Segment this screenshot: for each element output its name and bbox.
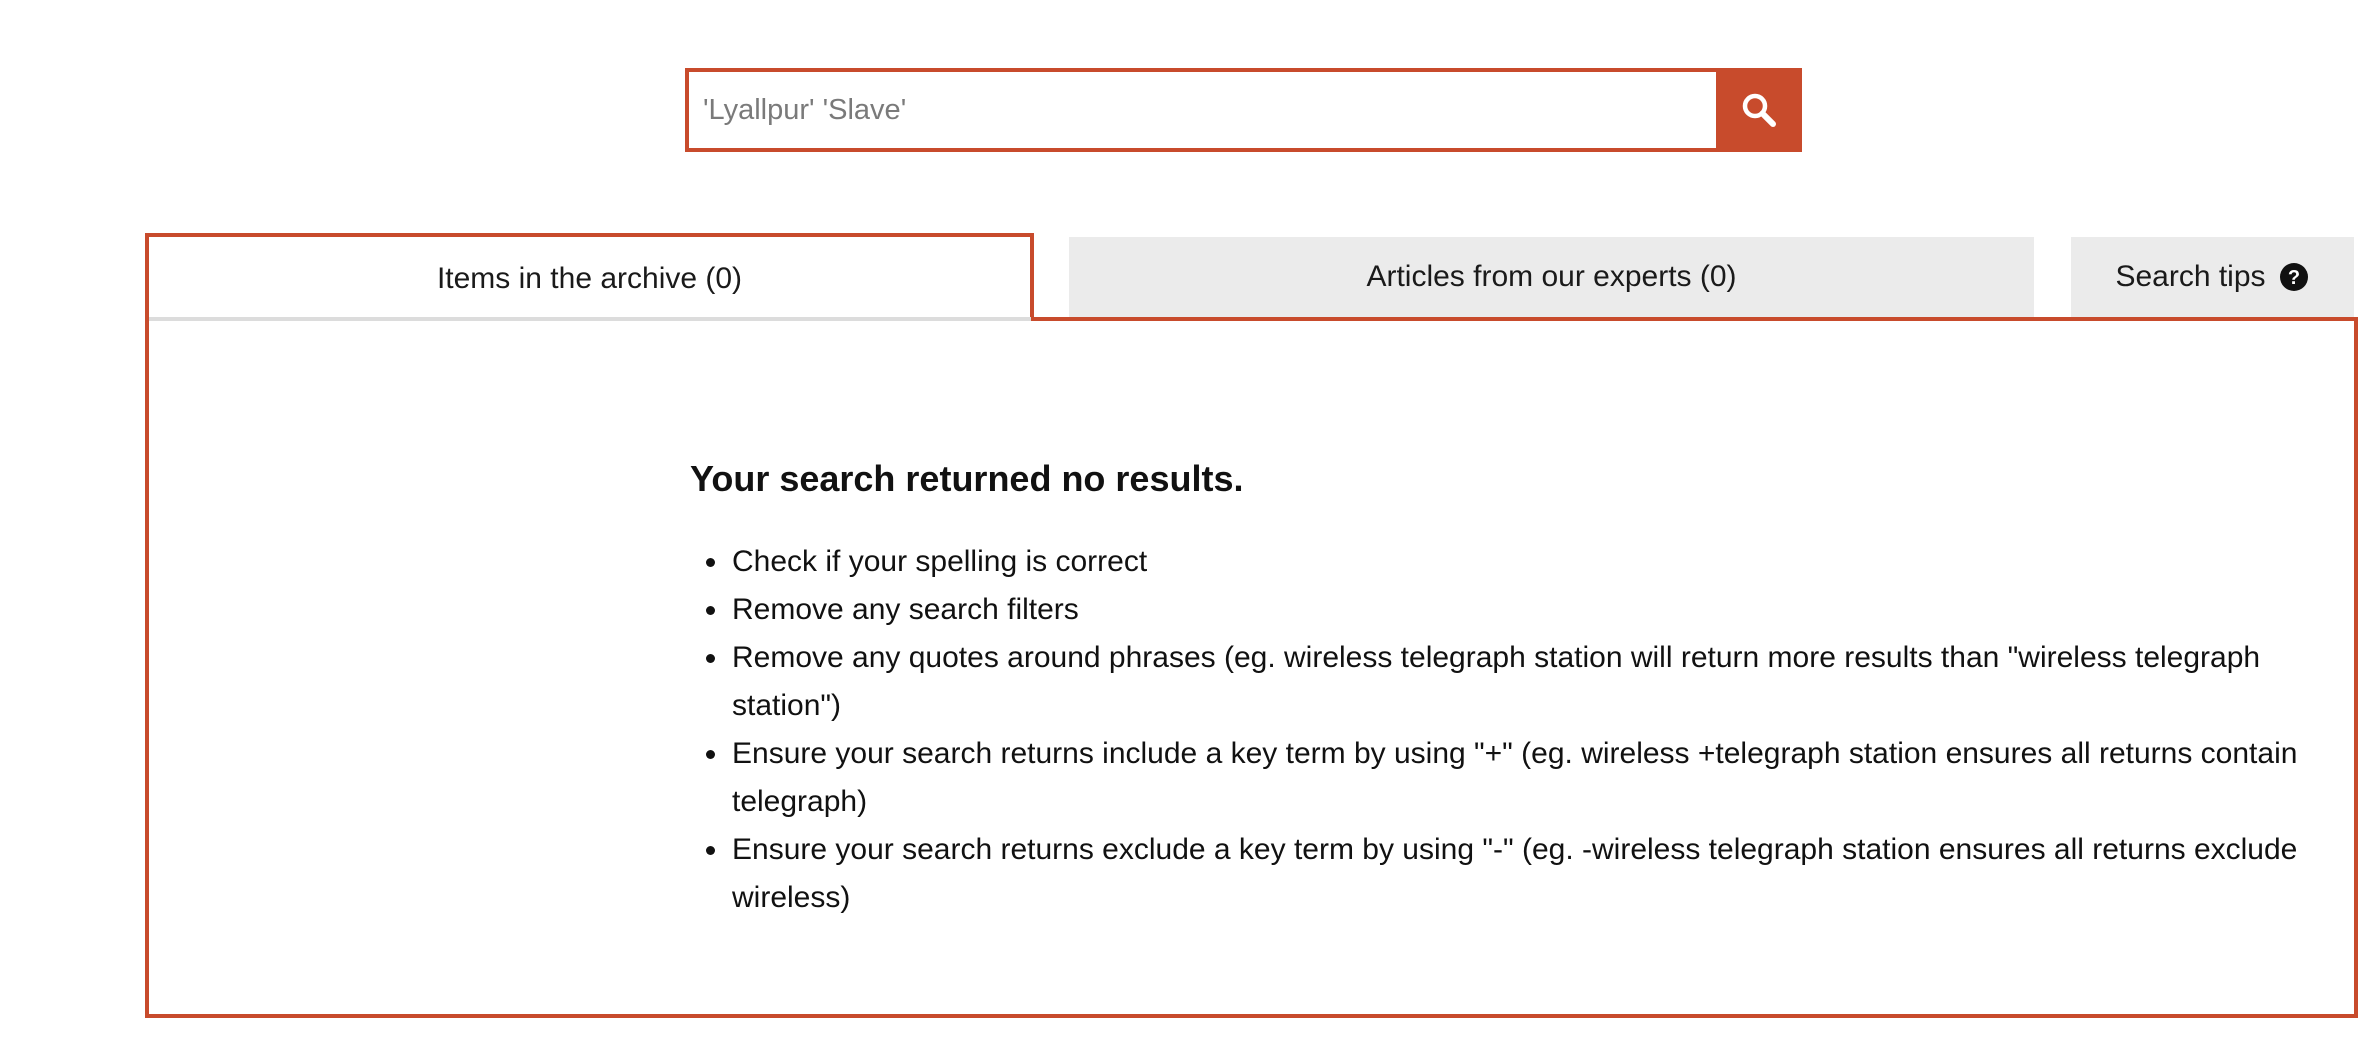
search-tips-list: Check if your spelling is correct Remove… (690, 538, 2350, 922)
tab-articles-from-experts[interactable]: Articles from our experts (0) (1069, 237, 2034, 317)
search-bar (685, 68, 1802, 152)
list-item: Remove any quotes around phrases (eg. wi… (730, 634, 2350, 730)
search-input[interactable] (685, 68, 1716, 152)
tab-label: Search tips (2115, 260, 2266, 293)
list-item: Ensure your search returns include a key… (730, 730, 2350, 826)
active-tab-underline (149, 317, 1031, 321)
search-icon (1742, 93, 1776, 127)
tab-search-tips[interactable]: Search tips ? (2071, 237, 2354, 317)
no-results-message: Your search returned no results. (690, 458, 1244, 499)
list-item: Remove any search filters (730, 586, 2350, 634)
list-item: Ensure your search returns exclude a key… (730, 826, 2350, 922)
tab-items-in-archive[interactable]: Items in the archive (0) (145, 233, 1034, 321)
list-item: Check if your spelling is correct (730, 538, 2350, 586)
tab-label: Articles from our experts (0) (1366, 260, 1737, 293)
svg-text:?: ? (2287, 267, 2299, 289)
tab-label: Items in the archive (0) (436, 262, 743, 295)
search-button[interactable] (1716, 68, 1802, 152)
question-circle-icon: ? (2278, 261, 2310, 293)
